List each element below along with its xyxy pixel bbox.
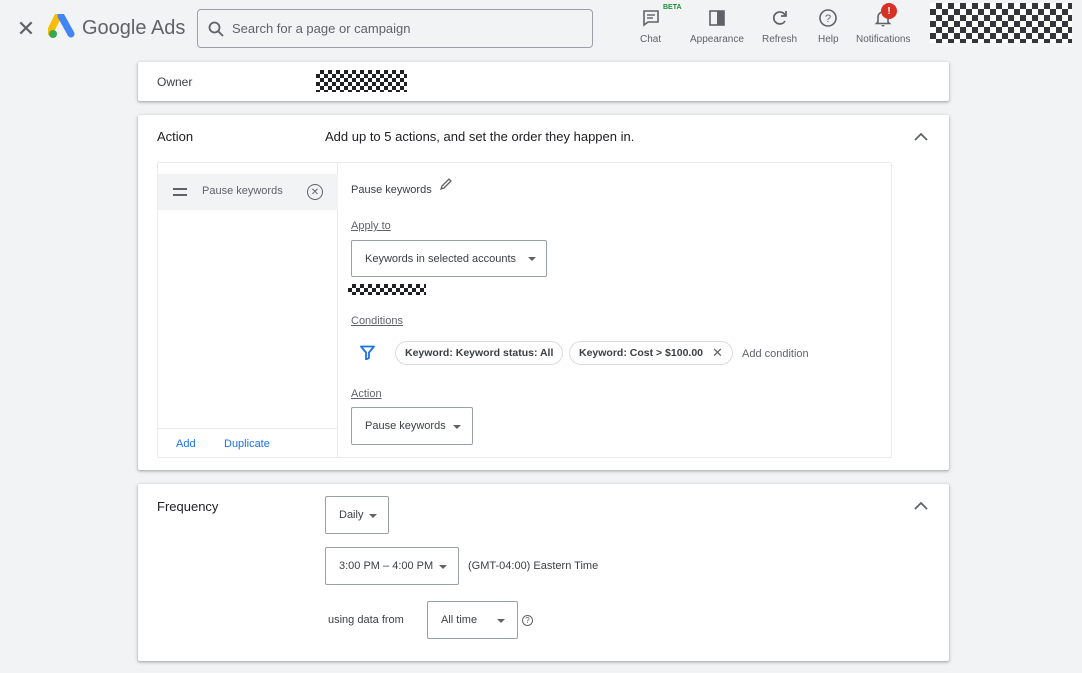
refresh-icon [770, 6, 790, 30]
action-type-value: Pause keywords [365, 420, 446, 432]
action-editor: Pause keywords ✕ Add Duplicate Pause key… [157, 162, 892, 458]
top-bar: ✕ Google Ads BETA Chat Appearance Refres… [0, 0, 1082, 58]
appearance-button[interactable]: Appearance [690, 6, 744, 45]
condition-chip[interactable]: Keyword: Keyword status: All [395, 341, 564, 365]
data-range-help-icon[interactable]: ? [522, 615, 533, 626]
collapse-action-chevron-icon[interactable] [911, 126, 931, 146]
chat-icon [641, 6, 661, 30]
owner-redacted-value [316, 70, 407, 92]
notification-badge: ! [881, 3, 897, 19]
notifications-button[interactable]: ! Notifications [856, 3, 911, 45]
edit-pencil-icon[interactable] [439, 177, 453, 196]
owner-card: Owner [138, 62, 949, 101]
beta-badge: BETA [663, 4, 682, 11]
accounts-redacted-value [348, 284, 426, 295]
search-input[interactable] [232, 21, 572, 36]
help-icon: ? [818, 6, 838, 30]
action-type-label[interactable]: Action [351, 388, 382, 400]
refresh-label: Refresh [762, 34, 798, 45]
apply-to-value: Keywords in selected accounts [365, 252, 517, 265]
time-range-value: 3:00 PM – 4:00 PM [339, 560, 434, 572]
dropdown-caret-icon [528, 257, 536, 261]
chat-button[interactable]: BETA Chat [640, 4, 682, 45]
action-list-footer: Add Duplicate [158, 428, 338, 457]
brand-name: Google Ads [82, 17, 186, 39]
action-description: Add up to 5 actions, and set the order t… [325, 129, 635, 144]
dropdown-caret-icon [369, 514, 377, 518]
svg-text:?: ? [825, 13, 831, 25]
action-list: Pause keywords ✕ Add Duplicate [158, 163, 338, 457]
duplicate-action-button[interactable]: Duplicate [224, 438, 270, 450]
data-range-dropdown[interactable]: All time [427, 601, 518, 639]
appearance-label: Appearance [690, 34, 744, 45]
condition-chip[interactable]: Keyword: Cost > $100.00 ✕ [569, 341, 733, 365]
frequency-period-dropdown[interactable]: Daily [325, 496, 389, 534]
action-item-label: Pause keywords [202, 185, 283, 197]
owner-label: Owner [157, 75, 193, 89]
search-box[interactable] [197, 9, 593, 48]
action-detail-title: Pause keywords [351, 184, 432, 196]
apply-to-dropdown[interactable]: Keywords in selected accounts [351, 240, 547, 277]
action-section-title: Action [157, 129, 194, 144]
collapse-frequency-chevron-icon[interactable] [911, 495, 931, 515]
dropdown-caret-icon [453, 425, 461, 429]
refresh-button[interactable]: Refresh [762, 6, 797, 45]
appearance-icon [707, 6, 727, 30]
remove-action-icon[interactable]: ✕ [307, 184, 323, 200]
timezone-text: (GMT-04:00) Eastern Time [468, 560, 599, 572]
action-type-dropdown[interactable]: Pause keywords [351, 407, 473, 445]
remove-condition-icon[interactable]: ✕ [712, 345, 723, 361]
dropdown-caret-icon [439, 565, 447, 569]
drag-handle-icon[interactable] [173, 188, 187, 196]
frequency-card: Frequency Daily 3:00 PM – 4:00 PM (GMT-0… [138, 484, 949, 661]
data-range-value: All time [441, 614, 478, 626]
search-icon [208, 21, 224, 37]
help-label: Help [818, 34, 839, 45]
filter-icon[interactable] [360, 345, 375, 365]
close-icon[interactable]: ✕ [14, 16, 38, 41]
using-data-label: using data from [328, 614, 404, 626]
notifications-label: Notifications [856, 34, 911, 45]
dropdown-caret-icon [497, 619, 505, 623]
action-card: Action Add up to 5 actions, and set the … [138, 115, 949, 470]
time-range-dropdown[interactable]: 3:00 PM – 4:00 PM [325, 547, 459, 585]
help-button[interactable]: ? Help [818, 6, 839, 45]
google-ads-logo-icon [48, 14, 75, 38]
action-list-item[interactable]: Pause keywords ✕ [158, 174, 338, 210]
frequency-section-title: Frequency [157, 499, 219, 514]
chat-label: Chat [640, 34, 662, 45]
apply-to-label[interactable]: Apply to [351, 220, 391, 232]
condition-chip-label: Keyword: Keyword status: All [405, 347, 554, 359]
frequency-period-value: Daily [339, 509, 364, 521]
add-condition-button[interactable]: Add condition [742, 348, 809, 360]
account-redacted-avatar[interactable] [930, 3, 1072, 43]
conditions-label[interactable]: Conditions [351, 315, 403, 327]
add-action-button[interactable]: Add [176, 438, 196, 450]
condition-chip-label: Keyword: Cost > $100.00 [579, 347, 704, 359]
